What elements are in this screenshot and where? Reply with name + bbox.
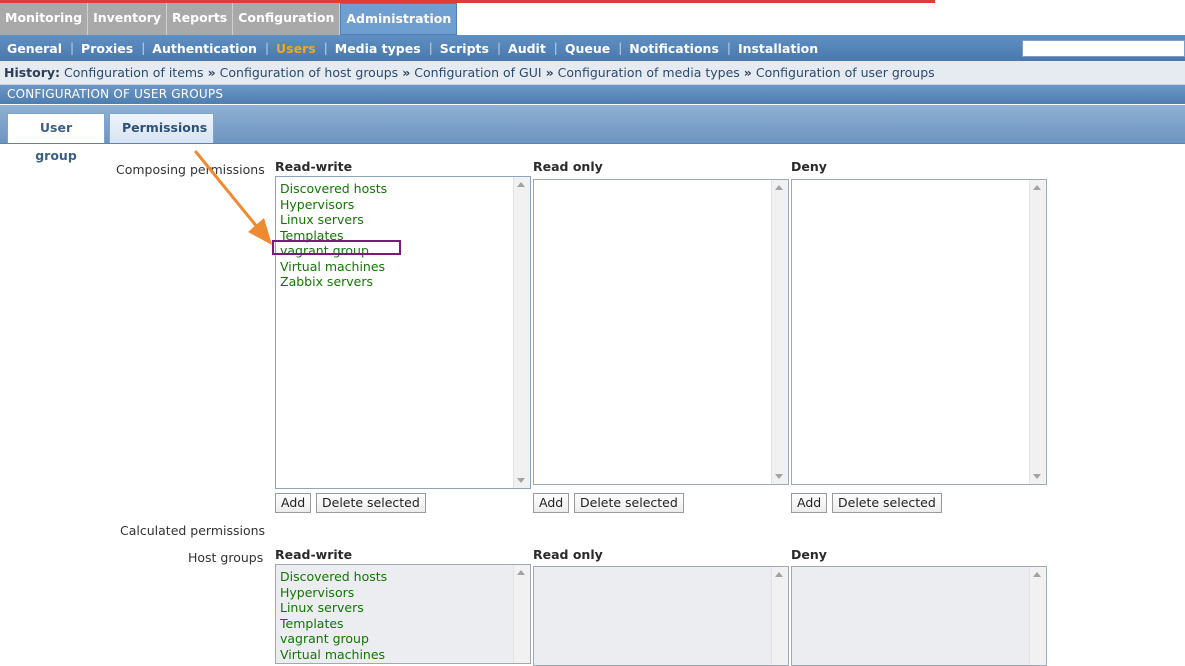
- sub-menu: General | Proxies | Authentication | Users |…: [0, 35, 1185, 61]
- list-item[interactable]: Discovered hosts: [280, 181, 530, 197]
- main-menu-reports[interactable]: Reports: [167, 3, 234, 35]
- scroll-up-icon[interactable]: [517, 570, 525, 575]
- history-separator: »: [207, 65, 216, 80]
- scroll-down-icon[interactable]: [517, 478, 525, 483]
- read-only-add-button[interactable]: Add: [533, 493, 570, 513]
- sub-menu-installation[interactable]: Installation: [731, 41, 826, 56]
- history-separator: »: [545, 65, 554, 80]
- scrollbar[interactable]: [771, 567, 788, 665]
- sub-menu-media-types[interactable]: Media types: [328, 41, 429, 56]
- composing-read-only-list[interactable]: [533, 179, 789, 485]
- composing-deny-heading: Deny: [791, 159, 827, 174]
- sub-menu-proxies[interactable]: Proxies: [74, 41, 141, 56]
- scroll-up-icon[interactable]: [775, 185, 783, 190]
- scroll-up-icon[interactable]: [775, 572, 783, 577]
- calculated-read-write-list: Discovered hosts Hypervisors Linux serve…: [275, 564, 531, 664]
- history-breadcrumb: History: Configuration of items» Configur…: [0, 61, 1185, 85]
- history-link-media-types[interactable]: Configuration of media types: [558, 65, 740, 80]
- list-item[interactable]: Zabbix servers: [280, 274, 530, 290]
- history-link-host-groups[interactable]: Configuration of host groups: [220, 65, 399, 80]
- sub-menu-general[interactable]: General: [0, 41, 70, 56]
- tab-strip: User group Permissions: [0, 105, 1185, 163]
- scroll-up-icon[interactable]: [1033, 185, 1041, 190]
- page-title: CONFIGURATION OF USER GROUPS: [0, 85, 1185, 104]
- main-menu-inventory[interactable]: Inventory: [88, 3, 168, 35]
- history-link-items[interactable]: Configuration of items: [64, 65, 204, 80]
- sub-menu-users[interactable]: Users: [269, 41, 324, 56]
- sub-menu-authentication[interactable]: Authentication: [145, 41, 265, 56]
- scrollbar[interactable]: [513, 565, 530, 663]
- scroll-up-icon[interactable]: [517, 182, 525, 187]
- list-item: vagrant group: [280, 631, 369, 646]
- history-separator: »: [743, 65, 752, 80]
- scrollbar[interactable]: [771, 180, 788, 484]
- read-only-delete-selected-button[interactable]: Delete selected: [574, 493, 684, 513]
- scroll-up-icon[interactable]: [1033, 572, 1041, 577]
- list-item[interactable]: Linux servers: [280, 212, 530, 228]
- deny-add-button[interactable]: Add: [791, 493, 828, 513]
- composing-deny-list[interactable]: [791, 179, 1047, 485]
- calculated-deny-heading: Deny: [791, 547, 827, 562]
- scrollbar[interactable]: [1029, 180, 1046, 484]
- sub-menu-scripts[interactable]: Scripts: [433, 41, 497, 56]
- list-item: Templates: [280, 615, 344, 631]
- calculated-permissions-label: Calculated permissions: [120, 523, 266, 538]
- main-menu-administration[interactable]: Administration: [340, 3, 458, 35]
- history-separator: »: [402, 65, 411, 80]
- scroll-down-icon[interactable]: [1033, 474, 1041, 479]
- history-link-user-groups[interactable]: Configuration of user groups: [756, 65, 935, 80]
- scroll-down-icon[interactable]: [775, 474, 783, 479]
- sub-menu-audit[interactable]: Audit: [501, 41, 554, 56]
- calculated-read-write-heading: Read-write: [275, 547, 353, 562]
- sub-menu-notifications[interactable]: Notifications: [622, 41, 727, 56]
- annotation-arrow-icon: [194, 150, 272, 245]
- calculated-deny-list: [791, 566, 1047, 666]
- highlight-box: [272, 240, 401, 255]
- tab-permissions[interactable]: Permissions: [109, 113, 214, 143]
- history-link-gui[interactable]: Configuration of GUI: [414, 65, 541, 80]
- composing-read-write-heading: Read-write: [275, 159, 353, 174]
- read-write-delete-selected-button[interactable]: Delete selected: [316, 493, 426, 513]
- list-item: Hypervisors: [280, 584, 355, 600]
- list-item[interactable]: Virtual machines: [280, 259, 530, 275]
- history-label: History:: [4, 65, 61, 80]
- main-menu: Monitoring Inventory Reports Configurati…: [0, 3, 458, 35]
- list-item: Virtual machines: [280, 646, 386, 662]
- scrollbar[interactable]: [513, 177, 530, 488]
- host-groups-label: Host groups: [188, 550, 264, 565]
- list-item: Discovered hosts: [280, 569, 388, 584]
- scrollbar[interactable]: [1029, 567, 1046, 665]
- composing-read-only-heading: Read only: [533, 159, 603, 174]
- calculated-read-only-heading: Read only: [533, 547, 603, 562]
- calculated-read-only-list: [533, 566, 789, 666]
- sub-menu-queue[interactable]: Queue: [558, 41, 618, 56]
- main-menu-monitoring[interactable]: Monitoring: [0, 3, 89, 35]
- read-write-add-button[interactable]: Add: [275, 493, 312, 513]
- composing-read-write-list[interactable]: Discovered hosts Hypervisors Linux serve…: [275, 176, 531, 489]
- tab-user-group[interactable]: User group: [7, 113, 105, 163]
- list-item[interactable]: Hypervisors: [280, 197, 530, 213]
- search-input[interactable]: [1022, 40, 1185, 57]
- main-menu-configuration[interactable]: Configuration: [233, 3, 341, 35]
- list-item: Linux servers: [280, 600, 364, 615]
- deny-delete-selected-button[interactable]: Delete selected: [832, 493, 942, 513]
